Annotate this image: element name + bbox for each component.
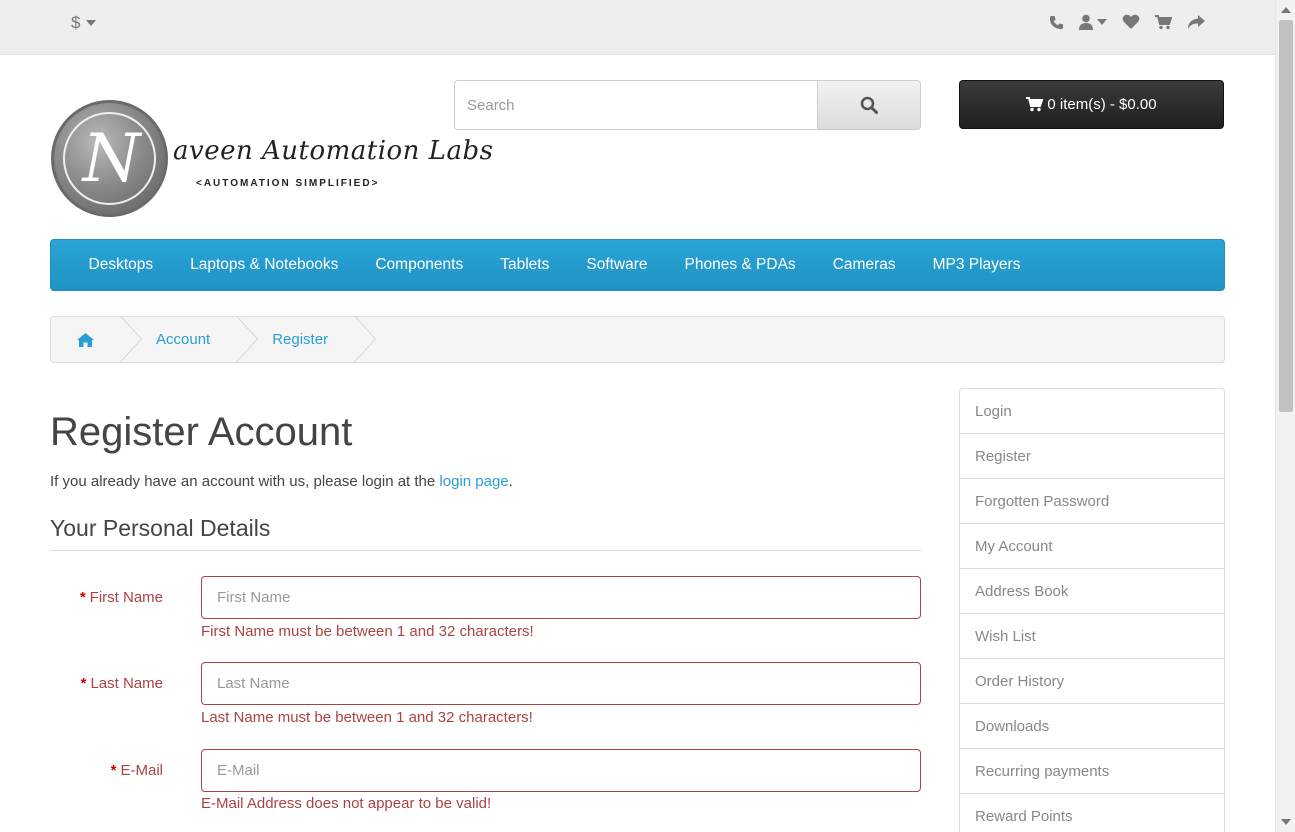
sidebar-item-order-history[interactable]: Order History [959, 658, 1225, 704]
sidebar-item-forgotten-password[interactable]: Forgotten Password [959, 478, 1225, 524]
scroll-up-icon[interactable] [1281, 7, 1291, 13]
sidebar-item-register[interactable]: Register [959, 433, 1225, 479]
required-mark: * [79, 589, 86, 606]
email-error: E-Mail Address does not appear to be val… [201, 795, 492, 812]
sidebar-item-reward-points[interactable]: Reward Points [959, 793, 1225, 832]
menu-item-tablets[interactable]: Tablets [482, 256, 568, 274]
top-links [1049, 14, 1205, 30]
last-name-label-text: Last Name [90, 675, 163, 692]
breadcrumb-separator [353, 317, 377, 362]
sidebar-item-downloads[interactable]: Downloads [959, 703, 1225, 749]
first-name-error: First Name must be between 1 and 32 char… [201, 623, 534, 640]
section-title: Your Personal Details [50, 515, 921, 551]
logo-tagline: <AUTOMATION SIMPLIFIED> [196, 178, 380, 189]
currency-symbol: $ [71, 13, 81, 32]
cart-total: 0 item(s) - $0.00 [1047, 96, 1157, 113]
vertical-scrollbar[interactable] [1275, 0, 1295, 832]
first-name-field[interactable] [201, 576, 921, 619]
breadcrumb: Account Register [50, 316, 1225, 363]
email-label-text: E-Mail [120, 762, 163, 779]
sidebar-item-recurring-payments[interactable]: Recurring payments [959, 748, 1225, 794]
cart-icon [1155, 14, 1172, 29]
heart-icon [1122, 14, 1140, 29]
site-logo[interactable]: N aveen Automation Labs <AUTOMATION SIMP… [50, 100, 493, 218]
login-page-link[interactable]: login page [439, 473, 508, 490]
first-name-label: * First Name [50, 589, 163, 606]
menu-item-cameras[interactable]: Cameras [814, 256, 914, 274]
home-icon [77, 332, 94, 347]
required-mark: * [110, 762, 117, 779]
last-name-error: Last Name must be between 1 and 32 chara… [201, 709, 533, 726]
phone-icon [1049, 15, 1064, 29]
logo-name: aveen Automation Labs [173, 136, 494, 166]
intro-text-end: . [508, 473, 513, 490]
scroll-down-icon[interactable] [1281, 819, 1291, 825]
currency-dropdown[interactable]: $ [71, 13, 97, 33]
share-icon [1188, 14, 1205, 29]
required-mark: * [80, 675, 87, 692]
category-menu: Desktops Laptops & Notebooks Components … [50, 239, 1225, 291]
last-name-label: * Last Name [50, 675, 163, 692]
search-input[interactable] [454, 80, 817, 130]
menu-item-phones[interactable]: Phones & PDAs [666, 256, 814, 274]
intro-text: If you already have an account with us, … [50, 473, 513, 490]
last-name-field[interactable] [201, 662, 921, 705]
page-title: Register Account [50, 410, 353, 454]
checkout-link[interactable] [1187, 14, 1205, 30]
search-bar [454, 80, 921, 130]
menu-item-mp3-players[interactable]: MP3 Players [914, 256, 1039, 274]
logo-emblem: N [51, 100, 168, 217]
chevron-down-icon [1097, 19, 1107, 25]
user-icon [1079, 14, 1093, 30]
menu-item-laptops[interactable]: Laptops & Notebooks [172, 256, 357, 274]
cart-icon [1026, 97, 1044, 112]
breadcrumb-home[interactable] [51, 317, 120, 362]
menu-item-desktops[interactable]: Desktops [70, 256, 172, 274]
logo-letter: N [82, 120, 141, 197]
search-button[interactable] [817, 80, 921, 130]
account-sidebar: Login Register Forgotten Password My Acc… [959, 388, 1225, 832]
first-name-label-text: First Name [89, 589, 163, 606]
email-field[interactable] [201, 749, 921, 792]
cart-button[interactable]: 0 item(s) - $0.00 [959, 80, 1224, 129]
email-label: * E-Mail [50, 762, 163, 779]
menu-item-software[interactable]: Software [568, 256, 666, 274]
sidebar-item-my-account[interactable]: My Account [959, 523, 1225, 569]
chevron-down-icon [86, 20, 97, 26]
scroll-thumb[interactable] [1279, 20, 1293, 412]
sidebar-item-wish-list[interactable]: Wish List [959, 613, 1225, 659]
breadcrumb-separator [235, 317, 259, 362]
sidebar-item-address-book[interactable]: Address Book [959, 568, 1225, 614]
breadcrumb-separator [119, 317, 142, 362]
breadcrumb-register[interactable]: Register [258, 317, 354, 362]
my-account-dropdown[interactable] [1079, 14, 1107, 30]
logo-ring: N [63, 112, 156, 205]
sidebar-item-login[interactable]: Login [959, 388, 1225, 434]
phone-link[interactable] [1049, 15, 1064, 30]
intro-text-body: If you already have an account with us, … [50, 473, 440, 490]
wishlist-link[interactable] [1122, 14, 1140, 30]
top-bar: $ [0, 0, 1275, 55]
breadcrumb-account[interactable]: Account [142, 317, 236, 362]
menu-item-components[interactable]: Components [357, 256, 482, 274]
search-icon [860, 96, 878, 114]
shopping-cart-link[interactable] [1155, 14, 1172, 30]
